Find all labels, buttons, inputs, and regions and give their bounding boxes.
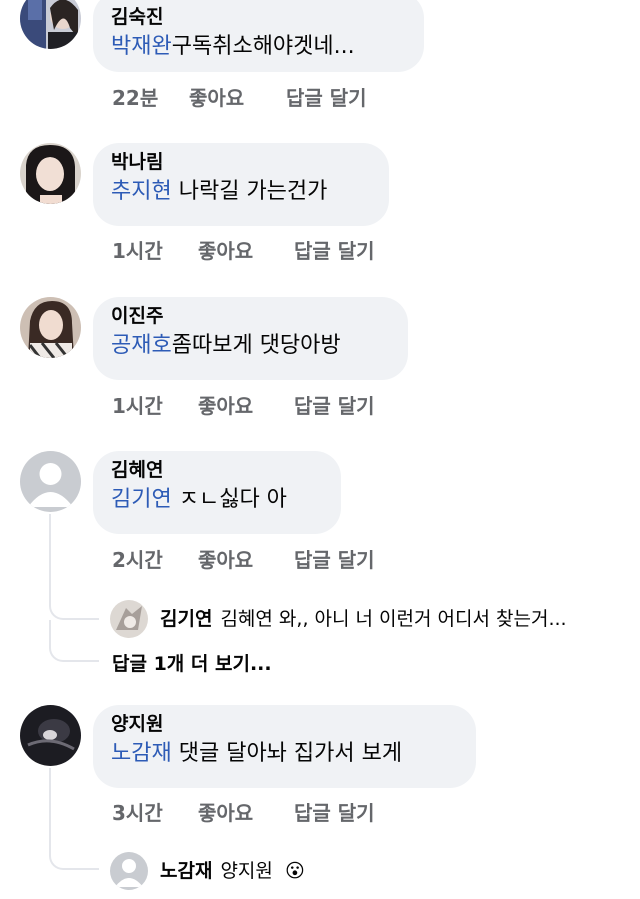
reply-button[interactable]: 답글 달기 — [286, 85, 367, 111]
comment-author[interactable]: 이진주 — [111, 303, 389, 329]
comment-bubble: 박나림 추지현 나락길 가는건가 — [93, 143, 389, 226]
avatar[interactable] — [110, 600, 148, 638]
default-avatar-icon — [110, 852, 148, 890]
profile-photo — [20, 297, 81, 358]
comment-author[interactable]: 양지원 — [111, 711, 457, 737]
profile-photo — [20, 143, 81, 204]
default-avatar-icon — [20, 451, 81, 512]
view-more-replies-link[interactable]: 답글 1개 더 보기... — [112, 651, 272, 677]
comment-body: 좀따보게 댓당아방 — [171, 333, 341, 358]
comment-text: 공재호좀따보게 댓당아방 — [111, 329, 389, 363]
avatar[interactable] — [110, 852, 148, 890]
mention-link[interactable]: 공재호 — [111, 333, 172, 358]
reply-item[interactable]: 김기연 김혜연 와,, 아니 너 이런거 어디서 찾는거... — [160, 606, 567, 632]
reply-button[interactable]: 답글 달기 — [294, 547, 375, 573]
mention-link[interactable]: 추지현 — [111, 179, 172, 204]
like-button[interactable]: 좋아요 — [198, 238, 253, 264]
comment-time: 2시간 — [112, 548, 163, 572]
avatar[interactable] — [20, 143, 81, 204]
comment-bubble: 김혜연 김기연 ㅈㄴ싫다 아 — [93, 451, 341, 534]
thread-line — [49, 514, 51, 604]
thread-connector — [49, 854, 99, 870]
comment-text: 추지현 나락길 가는건가 — [111, 175, 370, 209]
comment-time: 3시간 — [112, 801, 163, 825]
profile-photo — [20, 705, 81, 766]
comment-author[interactable]: 김혜연 — [111, 457, 322, 483]
comment-time: 22분 — [112, 86, 159, 110]
profile-photo — [110, 600, 148, 638]
reply-button[interactable]: 답글 달기 — [294, 238, 375, 264]
comment-text: 박재완구독취소해야겟네... — [111, 30, 405, 64]
comment-text: 김기연 ㅈㄴ싫다 아 — [111, 483, 322, 517]
thread-connector — [49, 604, 99, 620]
like-button[interactable]: 좋아요 — [198, 547, 253, 573]
comment-bubble: 이진주 공재호좀따보게 댓당아방 — [93, 297, 408, 380]
comment-body: ㅈㄴ싫다 아 — [171, 487, 287, 512]
thread-line — [49, 768, 51, 854]
avatar[interactable] — [20, 705, 81, 766]
comment-author[interactable]: 김숙진 — [111, 4, 405, 30]
avatar[interactable] — [20, 297, 81, 358]
mention-link[interactable]: 김기연 — [111, 487, 172, 512]
reply-author[interactable]: 노감재 — [160, 860, 212, 882]
like-button[interactable]: 좋아요 — [198, 800, 253, 826]
comment-time: 1시간 — [112, 394, 163, 418]
comment-author[interactable]: 박나림 — [111, 149, 370, 175]
reply-text: 김혜연 와,, 아니 너 이런거 어디서 찾는거... — [220, 608, 567, 630]
surprised-emoji-icon: 😮 — [284, 860, 305, 882]
mention-link[interactable]: 박재완 — [111, 34, 172, 59]
like-button[interactable]: 좋아요 — [189, 85, 244, 111]
profile-photo — [20, 0, 81, 49]
reply-button[interactable]: 답글 달기 — [294, 800, 375, 826]
comment-bubble: 양지원 노감재 댓글 달아놔 집가서 보게 — [93, 705, 476, 788]
comment-body: 나락길 가는건가 — [171, 179, 328, 204]
thread-connector — [49, 620, 99, 662]
comment-body: 댓글 달아놔 집가서 보게 — [171, 741, 403, 766]
comment-bubble: 김숙진 박재완구독취소해야겟네... — [93, 0, 424, 72]
like-button[interactable]: 좋아요 — [198, 393, 253, 419]
avatar[interactable] — [20, 451, 81, 512]
comment-time: 1시간 — [112, 239, 163, 263]
reply-button[interactable]: 답글 달기 — [294, 393, 375, 419]
avatar[interactable] — [20, 0, 81, 49]
mention-link[interactable]: 노감재 — [111, 741, 172, 766]
reply-author[interactable]: 김기연 — [160, 608, 212, 630]
reply-item[interactable]: 노감재 양지원 😮 — [160, 858, 305, 884]
comment-text: 노감재 댓글 달아놔 집가서 보게 — [111, 737, 457, 771]
reply-text: 양지원 — [220, 860, 273, 882]
comment-body: 구독취소해야겟네... — [171, 34, 355, 59]
